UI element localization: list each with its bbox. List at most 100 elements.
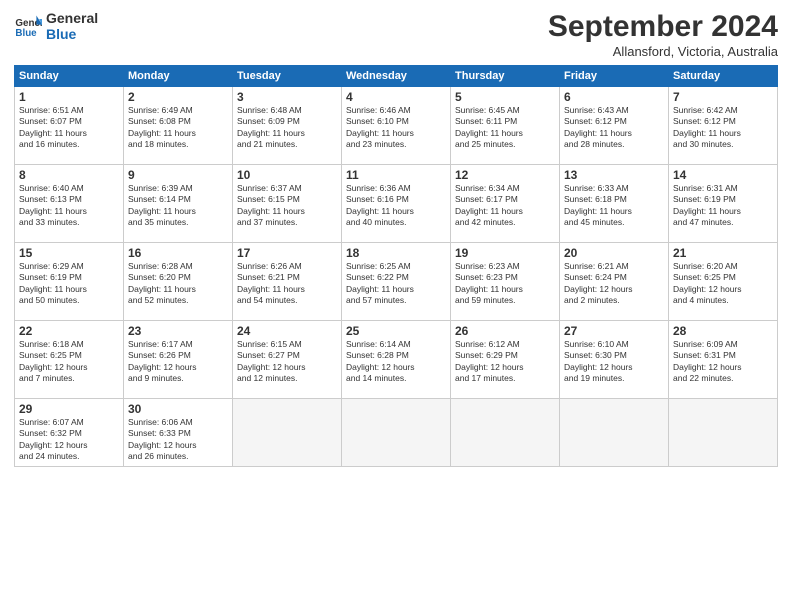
cell-info: Sunrise: 6:09 AM Sunset: 6:31 PM Dayligh… bbox=[673, 339, 773, 385]
header-row: Sunday Monday Tuesday Wednesday Thursday… bbox=[15, 66, 778, 87]
day-number: 15 bbox=[19, 246, 119, 260]
cell-info: Sunrise: 6:06 AM Sunset: 6:33 PM Dayligh… bbox=[128, 417, 228, 463]
cell-info: Sunrise: 6:25 AM Sunset: 6:22 PM Dayligh… bbox=[346, 261, 446, 307]
cell-info: Sunrise: 6:21 AM Sunset: 6:24 PM Dayligh… bbox=[564, 261, 664, 307]
table-row: 21Sunrise: 6:20 AM Sunset: 6:25 PM Dayli… bbox=[669, 243, 778, 321]
cell-info: Sunrise: 6:36 AM Sunset: 6:16 PM Dayligh… bbox=[346, 183, 446, 229]
cell-info: Sunrise: 6:07 AM Sunset: 6:32 PM Dayligh… bbox=[19, 417, 119, 463]
table-row: 17Sunrise: 6:26 AM Sunset: 6:21 PM Dayli… bbox=[233, 243, 342, 321]
logo-icon: General Blue bbox=[14, 12, 42, 40]
day-number: 10 bbox=[237, 168, 337, 182]
day-number: 27 bbox=[564, 324, 664, 338]
location: Allansford, Victoria, Australia bbox=[548, 44, 778, 59]
cell-info: Sunrise: 6:37 AM Sunset: 6:15 PM Dayligh… bbox=[237, 183, 337, 229]
table-row: 10Sunrise: 6:37 AM Sunset: 6:15 PM Dayli… bbox=[233, 165, 342, 243]
table-row bbox=[669, 399, 778, 467]
table-row: 7Sunrise: 6:42 AM Sunset: 6:12 PM Daylig… bbox=[669, 87, 778, 165]
table-row: 9Sunrise: 6:39 AM Sunset: 6:14 PM Daylig… bbox=[124, 165, 233, 243]
day-number: 30 bbox=[128, 402, 228, 416]
table-row: 13Sunrise: 6:33 AM Sunset: 6:18 PM Dayli… bbox=[560, 165, 669, 243]
table-row: 11Sunrise: 6:36 AM Sunset: 6:16 PM Dayli… bbox=[342, 165, 451, 243]
day-number: 1 bbox=[19, 90, 119, 104]
day-number: 22 bbox=[19, 324, 119, 338]
day-number: 8 bbox=[19, 168, 119, 182]
day-number: 23 bbox=[128, 324, 228, 338]
logo: General Blue General Blue bbox=[14, 10, 98, 42]
cell-info: Sunrise: 6:28 AM Sunset: 6:20 PM Dayligh… bbox=[128, 261, 228, 307]
day-number: 25 bbox=[346, 324, 446, 338]
table-row: 24Sunrise: 6:15 AM Sunset: 6:27 PM Dayli… bbox=[233, 321, 342, 399]
day-number: 11 bbox=[346, 168, 446, 182]
table-row: 6Sunrise: 6:43 AM Sunset: 6:12 PM Daylig… bbox=[560, 87, 669, 165]
month-title: September 2024 bbox=[548, 10, 778, 44]
day-number: 18 bbox=[346, 246, 446, 260]
col-thursday: Thursday bbox=[451, 66, 560, 87]
table-row: 18Sunrise: 6:25 AM Sunset: 6:22 PM Dayli… bbox=[342, 243, 451, 321]
day-number: 2 bbox=[128, 90, 228, 104]
col-wednesday: Wednesday bbox=[342, 66, 451, 87]
cell-info: Sunrise: 6:33 AM Sunset: 6:18 PM Dayligh… bbox=[564, 183, 664, 229]
day-number: 24 bbox=[237, 324, 337, 338]
table-row: 28Sunrise: 6:09 AM Sunset: 6:31 PM Dayli… bbox=[669, 321, 778, 399]
cell-info: Sunrise: 6:42 AM Sunset: 6:12 PM Dayligh… bbox=[673, 105, 773, 151]
cell-info: Sunrise: 6:10 AM Sunset: 6:30 PM Dayligh… bbox=[564, 339, 664, 385]
col-tuesday: Tuesday bbox=[233, 66, 342, 87]
cell-info: Sunrise: 6:34 AM Sunset: 6:17 PM Dayligh… bbox=[455, 183, 555, 229]
table-row: 12Sunrise: 6:34 AM Sunset: 6:17 PM Dayli… bbox=[451, 165, 560, 243]
table-row: 22Sunrise: 6:18 AM Sunset: 6:25 PM Dayli… bbox=[15, 321, 124, 399]
day-number: 9 bbox=[128, 168, 228, 182]
table-row: 4Sunrise: 6:46 AM Sunset: 6:10 PM Daylig… bbox=[342, 87, 451, 165]
col-sunday: Sunday bbox=[15, 66, 124, 87]
cell-info: Sunrise: 6:26 AM Sunset: 6:21 PM Dayligh… bbox=[237, 261, 337, 307]
cell-info: Sunrise: 6:12 AM Sunset: 6:29 PM Dayligh… bbox=[455, 339, 555, 385]
table-row: 3Sunrise: 6:48 AM Sunset: 6:09 PM Daylig… bbox=[233, 87, 342, 165]
page: General Blue General Blue September 2024… bbox=[0, 0, 792, 612]
header: General Blue General Blue September 2024… bbox=[14, 10, 778, 59]
day-number: 28 bbox=[673, 324, 773, 338]
table-row bbox=[560, 399, 669, 467]
cell-info: Sunrise: 6:20 AM Sunset: 6:25 PM Dayligh… bbox=[673, 261, 773, 307]
cell-info: Sunrise: 6:14 AM Sunset: 6:28 PM Dayligh… bbox=[346, 339, 446, 385]
col-friday: Friday bbox=[560, 66, 669, 87]
calendar: Sunday Monday Tuesday Wednesday Thursday… bbox=[14, 65, 778, 467]
day-number: 5 bbox=[455, 90, 555, 104]
day-number: 17 bbox=[237, 246, 337, 260]
cell-info: Sunrise: 6:46 AM Sunset: 6:10 PM Dayligh… bbox=[346, 105, 446, 151]
table-row: 1Sunrise: 6:51 AM Sunset: 6:07 PM Daylig… bbox=[15, 87, 124, 165]
table-row: 26Sunrise: 6:12 AM Sunset: 6:29 PM Dayli… bbox=[451, 321, 560, 399]
cell-info: Sunrise: 6:51 AM Sunset: 6:07 PM Dayligh… bbox=[19, 105, 119, 151]
day-number: 7 bbox=[673, 90, 773, 104]
table-row: 25Sunrise: 6:14 AM Sunset: 6:28 PM Dayli… bbox=[342, 321, 451, 399]
cell-info: Sunrise: 6:31 AM Sunset: 6:19 PM Dayligh… bbox=[673, 183, 773, 229]
table-row: 19Sunrise: 6:23 AM Sunset: 6:23 PM Dayli… bbox=[451, 243, 560, 321]
col-monday: Monday bbox=[124, 66, 233, 87]
day-number: 21 bbox=[673, 246, 773, 260]
cell-info: Sunrise: 6:39 AM Sunset: 6:14 PM Dayligh… bbox=[128, 183, 228, 229]
svg-text:Blue: Blue bbox=[15, 28, 37, 39]
table-row: 20Sunrise: 6:21 AM Sunset: 6:24 PM Dayli… bbox=[560, 243, 669, 321]
table-row: 2Sunrise: 6:49 AM Sunset: 6:08 PM Daylig… bbox=[124, 87, 233, 165]
day-number: 3 bbox=[237, 90, 337, 104]
day-number: 20 bbox=[564, 246, 664, 260]
cell-info: Sunrise: 6:23 AM Sunset: 6:23 PM Dayligh… bbox=[455, 261, 555, 307]
cell-info: Sunrise: 6:17 AM Sunset: 6:26 PM Dayligh… bbox=[128, 339, 228, 385]
table-row: 8Sunrise: 6:40 AM Sunset: 6:13 PM Daylig… bbox=[15, 165, 124, 243]
day-number: 26 bbox=[455, 324, 555, 338]
table-row: 16Sunrise: 6:28 AM Sunset: 6:20 PM Dayli… bbox=[124, 243, 233, 321]
table-row: 5Sunrise: 6:45 AM Sunset: 6:11 PM Daylig… bbox=[451, 87, 560, 165]
cell-info: Sunrise: 6:40 AM Sunset: 6:13 PM Dayligh… bbox=[19, 183, 119, 229]
logo-line2: Blue bbox=[46, 26, 98, 42]
day-number: 6 bbox=[564, 90, 664, 104]
day-number: 4 bbox=[346, 90, 446, 104]
table-row bbox=[233, 399, 342, 467]
day-number: 14 bbox=[673, 168, 773, 182]
table-row bbox=[342, 399, 451, 467]
day-number: 13 bbox=[564, 168, 664, 182]
cell-info: Sunrise: 6:49 AM Sunset: 6:08 PM Dayligh… bbox=[128, 105, 228, 151]
col-saturday: Saturday bbox=[669, 66, 778, 87]
cell-info: Sunrise: 6:43 AM Sunset: 6:12 PM Dayligh… bbox=[564, 105, 664, 151]
table-row: 23Sunrise: 6:17 AM Sunset: 6:26 PM Dayli… bbox=[124, 321, 233, 399]
cell-info: Sunrise: 6:29 AM Sunset: 6:19 PM Dayligh… bbox=[19, 261, 119, 307]
table-row: 27Sunrise: 6:10 AM Sunset: 6:30 PM Dayli… bbox=[560, 321, 669, 399]
day-number: 12 bbox=[455, 168, 555, 182]
